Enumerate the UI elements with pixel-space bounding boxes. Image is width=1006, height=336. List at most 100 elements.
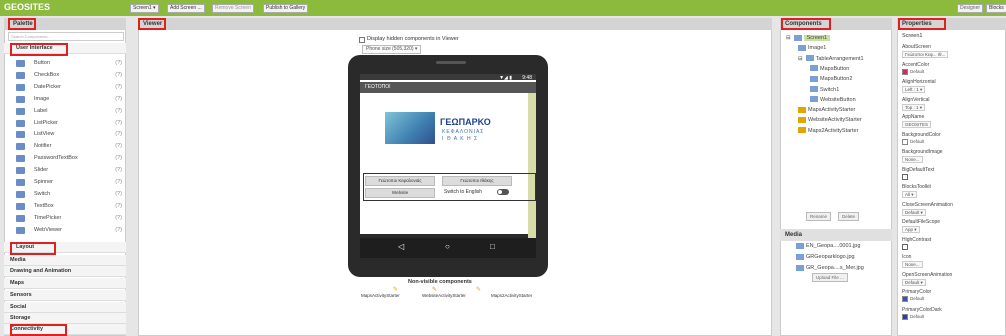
screen-scrollbar[interactable] — [528, 93, 536, 238]
add-screen-button[interactable]: Add Screen ... — [167, 4, 205, 13]
top-toolbar: GEOSITES Screen1 ▾ Add Screen ... Remove… — [0, 0, 1006, 16]
palette-item-webviewer[interactable]: WebViewer (?) — [14, 225, 124, 236]
property-value[interactable]: Default — [902, 296, 924, 302]
palette-item-slider[interactable]: Slider (?) — [14, 165, 124, 176]
component-maps2activitystarter[interactable]: Maps2ActivityStarter — [798, 127, 858, 136]
property-value[interactable]: App ▾ — [902, 226, 920, 233]
help-icon[interactable]: (?) — [115, 201, 122, 212]
help-icon[interactable]: (?) — [115, 225, 122, 236]
nonvisible-item[interactable]: MapsActivityStarter — [361, 293, 400, 298]
help-icon[interactable]: (?) — [115, 58, 122, 69]
palette-item-notifier[interactable]: Notifier (?) — [14, 141, 124, 152]
back-icon[interactable]: ◁ — [398, 242, 404, 251]
palette-item-listpicker[interactable]: ListPicker (?) — [14, 118, 124, 129]
help-icon[interactable]: (?) — [115, 153, 122, 164]
palette-search-input[interactable]: Search Components... — [8, 32, 124, 41]
upload-file-button[interactable]: Upload File ... — [812, 273, 848, 282]
recents-icon[interactable]: □ — [490, 242, 495, 251]
help-icon[interactable]: (?) — [115, 82, 122, 93]
remove-screen-button[interactable]: Remove Screen — [212, 4, 254, 13]
designer-button[interactable]: Designer — [957, 4, 984, 13]
property-checkbox[interactable] — [902, 243, 908, 250]
component-icon — [810, 96, 818, 103]
property-value[interactable]: All ▾ — [902, 191, 917, 198]
property-label: BackgroundImage — [902, 149, 943, 155]
category-maps[interactable]: Maps — [4, 278, 126, 289]
category-storage[interactable]: Storage — [4, 313, 126, 324]
property-label: CloseScreenAnimation — [902, 201, 953, 208]
maps-button-2[interactable]: Γεώτοποι Ιθάκης — [442, 176, 512, 186]
color-swatch-icon — [902, 296, 908, 302]
help-icon[interactable]: (?) — [115, 70, 122, 81]
property-value[interactable]: Default — [902, 68, 924, 75]
property-value[interactable]: GEOSITES — [902, 121, 932, 128]
display-hidden-checkbox[interactable] — [359, 37, 365, 43]
component-mapsbutton2[interactable]: MapsButton2 — [810, 75, 852, 84]
property-value[interactable]: Default — [902, 138, 924, 145]
media-file[interactable]: GRGeoparklogo.jpg — [796, 253, 855, 262]
category-social[interactable]: Social — [4, 302, 126, 313]
component-screen1[interactable]: ⊟ Screen1 — [786, 34, 831, 43]
category-drawing-animation[interactable]: Drawing and Animation — [4, 266, 126, 277]
palette-item-checkbox[interactable]: CheckBox (?) — [14, 70, 124, 81]
media-file[interactable]: GR_Geopa....s_Mer.jpg — [796, 264, 864, 273]
help-icon[interactable]: (?) — [115, 177, 122, 188]
property-value[interactable]: Left : 1 ▾ — [902, 86, 926, 93]
component-mapsbutton[interactable]: MapsButton — [810, 65, 849, 74]
help-icon[interactable]: (?) — [115, 94, 122, 105]
phone-size-select[interactable]: Phone size (505,320) ▾ — [362, 45, 422, 54]
palette-item-spinner[interactable]: Spinner (?) — [14, 177, 124, 188]
rename-button[interactable]: Rename — [806, 212, 832, 221]
media-file[interactable]: EN_Geopa....0001.jpg — [796, 242, 860, 251]
help-icon[interactable]: (?) — [115, 165, 122, 176]
component-tablearrangement1[interactable]: ⊟ TableArrangement1 — [798, 55, 864, 64]
palette-item-button[interactable]: Button (?) — [14, 58, 124, 69]
button-icon — [16, 60, 25, 67]
property-value[interactable]: Default ▾ — [902, 278, 926, 286]
home-icon[interactable]: ○ — [445, 242, 450, 251]
logo-subtitle-1: ΚΕΦΑΛΟΝΙΑΣ — [442, 129, 485, 135]
help-icon[interactable]: (?) — [115, 106, 122, 117]
help-icon[interactable]: (?) — [115, 129, 122, 140]
palette-item-image[interactable]: Image (?) — [14, 94, 124, 105]
component-websiteactivitystarter[interactable]: WebsiteActivityStarter — [798, 116, 862, 125]
collapse-toggle-icon[interactable]: ⊟ — [786, 35, 791, 41]
property-checkbox[interactable] — [902, 173, 908, 180]
component-image1[interactable]: Image1 — [798, 44, 826, 53]
screen-select[interactable]: Screen1 ▾ — [130, 4, 159, 13]
help-icon[interactable]: (?) — [115, 141, 122, 152]
palette-item-switch[interactable]: Switch (?) — [14, 189, 124, 200]
blocks-button[interactable]: Blocks — [986, 4, 1006, 13]
publish-gallery-button[interactable]: Publish to Gallery — [263, 4, 309, 13]
component-mapsactivitystarter[interactable]: MapsActivityStarter — [798, 106, 855, 115]
help-icon[interactable]: (?) — [115, 189, 122, 200]
help-icon[interactable]: (?) — [115, 118, 122, 129]
palette-item-listview[interactable]: ListView (?) — [14, 129, 124, 140]
component-websitebutton[interactable]: WebsiteButton — [810, 96, 856, 105]
property-value[interactable]: None... — [902, 156, 923, 163]
property-value[interactable]: None... — [902, 261, 923, 268]
property-label: BigDefaultText — [902, 166, 935, 173]
help-icon[interactable]: (?) — [115, 213, 122, 224]
palette-item-textbox[interactable]: TextBox (?) — [14, 201, 124, 212]
component-icon — [798, 106, 806, 113]
website-button[interactable]: Website — [365, 188, 435, 198]
delete-button[interactable]: Delete — [838, 212, 860, 221]
category-sensors[interactable]: Sensors — [4, 290, 126, 301]
category-media[interactable]: Media — [4, 255, 126, 266]
property-value[interactable]: Default — [902, 313, 924, 320]
nonvisible-item[interactable]: WebsiteActivityStarter — [422, 293, 466, 298]
palette-item-timepicker[interactable]: TimePicker (?) — [14, 213, 124, 224]
maps-button[interactable]: Γεώτοποι Κεφαλονιάς — [365, 176, 435, 186]
property-value[interactable]: Top : 1 ▾ — [902, 103, 926, 111]
property-value[interactable]: Γεώτοποι Κεφ... Ιθ... — [902, 51, 949, 58]
component-switch1[interactable]: Switch1 — [810, 86, 839, 95]
palette-item-label[interactable]: Label (?) — [14, 106, 124, 117]
nonvisible-item[interactable]: Maps2ActivityStarter — [491, 293, 532, 298]
collapse-toggle-icon[interactable]: ⊟ — [798, 56, 803, 62]
english-switch[interactable] — [497, 189, 509, 195]
palette-item-passwordtextbox[interactable]: PasswordTextBox (?) — [14, 153, 124, 164]
palette-item-datepicker[interactable]: DatePicker (?) — [14, 82, 124, 93]
palette-item-label: TextBox — [34, 202, 54, 209]
property-value[interactable]: Default ▾ — [902, 208, 926, 216]
